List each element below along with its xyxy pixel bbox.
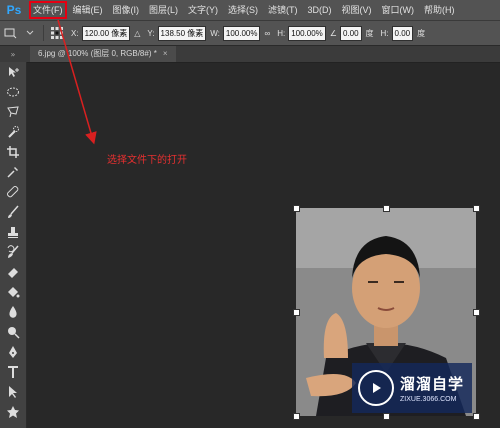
menu-edit[interactable]: 编辑(E) [68,0,108,20]
link-icon[interactable]: ∞ [264,29,270,38]
paint-bucket-tool-icon[interactable] [0,282,26,302]
chevron-down-icon[interactable] [20,26,40,40]
toolbox [0,62,27,428]
type-tool-icon[interactable] [0,362,26,382]
close-icon[interactable]: × [163,49,168,58]
lasso-tool-icon[interactable] [0,102,26,122]
divider [43,25,44,41]
hskew-label: H: [380,28,389,38]
watermark-subtitle: ZIXUE.3066.COM [400,396,457,403]
dodge-tool-icon[interactable] [0,322,26,342]
menu-3d[interactable]: 3D(D) [303,0,337,20]
transform-handle-bottom-right[interactable] [473,413,480,420]
history-brush-tool-icon[interactable] [0,242,26,262]
y-label: Y: [147,28,155,38]
play-icon [358,370,394,406]
pen-tool-icon[interactable] [0,342,26,362]
blur-tool-icon[interactable] [0,302,26,322]
x-position-field[interactable]: 120.00 像素 [81,25,131,41]
healing-brush-tool-icon[interactable] [0,182,26,202]
menu-layer[interactable]: 图层(L) [144,0,183,20]
menu-file[interactable]: 文件(F) [28,0,68,20]
marquee-tool-icon[interactable] [0,82,26,102]
hskew-unit: 度 [417,28,426,38]
height-field[interactable]: 100.00% [288,25,326,41]
rotation-field[interactable]: 0.00 [339,25,362,41]
transform-handle-top[interactable] [383,205,390,212]
transform-handle-top-left[interactable] [293,205,300,212]
transform-handle-bottom[interactable] [383,413,390,420]
watermark-title: 溜溜自学 [400,375,465,393]
transform-tool-preset-icon[interactable] [0,26,20,40]
transform-handle-right[interactable] [473,309,480,316]
hskew-field[interactable]: 0.00 [391,25,414,41]
options-bar: X: 120.00 像素 △ Y: 138.50 像素 W: 100.00% ∞… [0,21,500,46]
crop-tool-icon[interactable] [0,142,26,162]
transform-handle-left[interactable] [293,309,300,316]
menu-bar: Ps 文件(F) 编辑(E) 图像(I) 图层(L) 文字(Y) 选择(S) 滤… [0,0,500,21]
reference-point-icon[interactable] [47,26,67,40]
clone-stamp-tool-icon[interactable] [0,222,26,242]
eraser-tool-icon[interactable] [0,262,26,282]
menu-window[interactable]: 窗口(W) [377,0,420,20]
menu-view[interactable]: 视图(V) [337,0,377,20]
photoshop-logo: Ps [6,3,22,17]
h-label: H: [277,28,286,38]
document-tab[interactable]: 6.jpg @ 100% (图层 0, RGB/8#) * × [30,46,176,62]
menu-help[interactable]: 帮助(H) [419,0,460,20]
shape-tool-icon[interactable] [0,402,26,422]
angle-icon: ∠ [329,28,337,38]
x-label: X: [71,28,79,38]
transform-handle-bottom-left[interactable] [293,413,300,420]
w-label: W: [210,28,220,38]
y-position-field[interactable]: 138.50 像素 [157,25,207,41]
eyedropper-tool-icon[interactable] [0,162,26,182]
collapse-panel-icon[interactable]: » [0,46,26,62]
annotation-text: 选择文件下的打开 [107,155,187,166]
transform-handle-top-right[interactable] [473,205,480,212]
brush-tool-icon[interactable] [0,202,26,222]
menu-type[interactable]: 文字(Y) [183,0,223,20]
quick-select-tool-icon[interactable] [0,122,26,142]
width-field[interactable]: 100.00% [222,25,261,41]
delta-icon[interactable]: △ [134,29,140,38]
menu-select[interactable]: 选择(S) [223,0,263,20]
watermark: 溜溜自学 ZIXUE.3066.COM [352,363,472,413]
menu-image[interactable]: 图像(I) [108,0,145,20]
document-tab-bar: » 6.jpg @ 100% (图层 0, RGB/8#) * × [0,46,500,63]
move-tool-icon[interactable] [0,62,26,82]
rotation-unit: 度 [365,28,374,38]
path-select-tool-icon[interactable] [0,382,26,402]
menu-filter[interactable]: 滤镜(T) [263,0,303,20]
document-tab-title: 6.jpg @ 100% (图层 0, RGB/8#) * [38,49,157,58]
